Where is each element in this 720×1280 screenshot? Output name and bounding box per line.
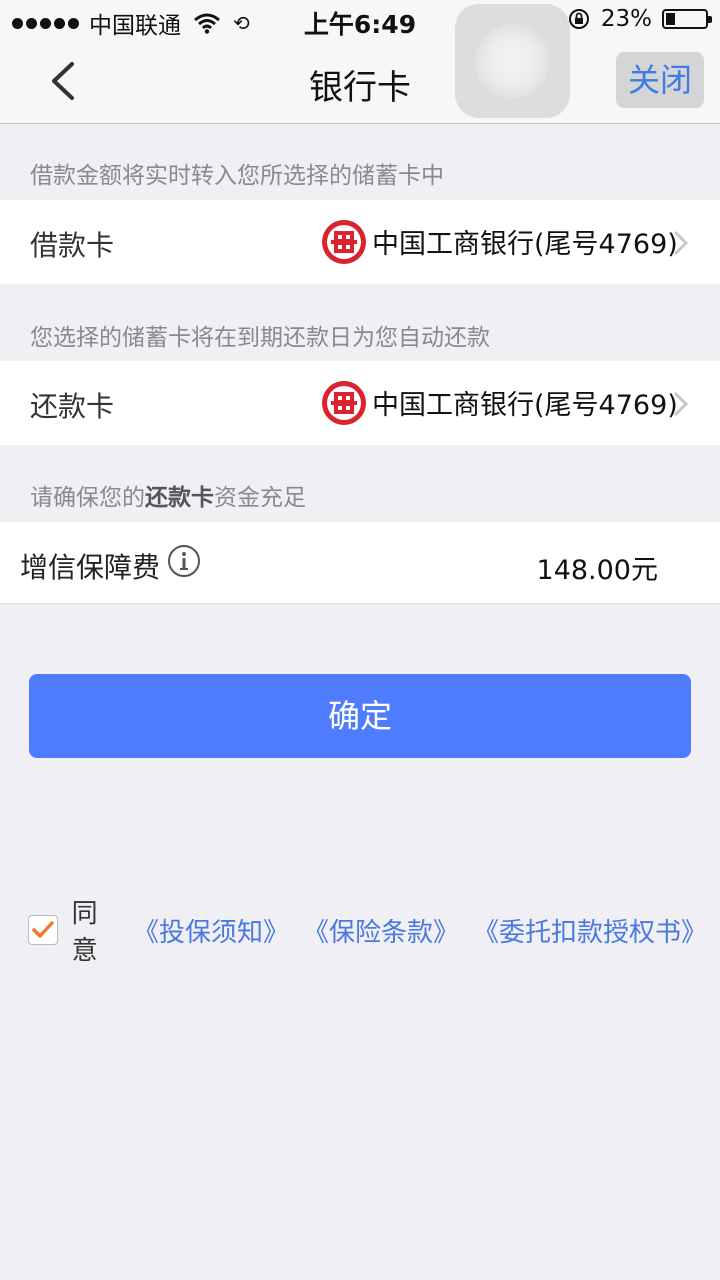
loan-card-bank: 中国工商银行(尾号4769) <box>372 229 678 260</box>
ensure-hint-bold: 还款卡 <box>145 485 214 511</box>
chevron-right-icon <box>674 392 689 416</box>
info-icon[interactable] <box>167 544 201 578</box>
chevron-right-icon <box>674 231 689 255</box>
rotation-lock-icon <box>568 9 589 29</box>
repay-card-bank: 中国工商银行(尾号4769) <box>372 390 678 421</box>
loan-hint: 借款金额将实时转入您所选择的储蓄卡中 <box>30 163 444 189</box>
agree-checkbox[interactable] <box>28 915 58 945</box>
icbc-logo-icon <box>322 220 366 264</box>
fee-label: 增信保障费 <box>20 551 161 584</box>
icbc-logo-icon <box>322 381 366 425</box>
repay-hint: 您选择的储蓄卡将在到期还款日为您自动还款 <box>30 325 490 351</box>
confirm-button[interactable]: 确定 <box>29 674 691 758</box>
agreement-row: 同意 《投保须知》 《保险条款》 《委托扣款授权书》 <box>28 899 720 966</box>
repay-card-row[interactable]: 还款卡 中国工商银行(尾号4769) <box>0 361 720 445</box>
debit-authorization-link[interactable]: 《委托扣款授权书》 <box>473 912 707 949</box>
status-right: 23% <box>567 6 712 32</box>
checkmark-icon <box>32 921 54 938</box>
loan-card-label: 借款卡 <box>30 229 115 262</box>
ensure-hint-suffix: 资金充足 <box>214 485 306 511</box>
insurance-terms-link[interactable]: 《保险条款》 <box>303 912 459 949</box>
repay-card-label: 还款卡 <box>30 390 115 423</box>
ensure-funds-hint: 请确保您的还款卡资金充足 <box>30 478 306 512</box>
agree-text: 同意 <box>71 899 98 966</box>
ensure-hint-prefix: 请确保您的 <box>30 485 145 511</box>
assistive-touch-widget[interactable] <box>455 4 570 118</box>
loan-card-row[interactable]: 借款卡 中国工商银行(尾号4769) <box>0 200 720 284</box>
status-bar: 中国联通 ⟲ 上午6:49 23% <box>0 0 720 40</box>
nav-bar: 银行卡 关闭 <box>0 40 720 124</box>
insurance-notice-link[interactable]: 《投保须知》 <box>133 912 289 949</box>
battery-icon <box>662 9 712 29</box>
battery-percent: 23% <box>600 6 652 32</box>
close-button[interactable]: 关闭 <box>616 52 704 108</box>
fee-value: 148.00元 <box>536 555 658 586</box>
fee-row: 增信保障费 148.00元 <box>0 522 720 604</box>
page-title: 银行卡 <box>309 68 411 108</box>
assistive-touch-ring <box>475 24 550 99</box>
